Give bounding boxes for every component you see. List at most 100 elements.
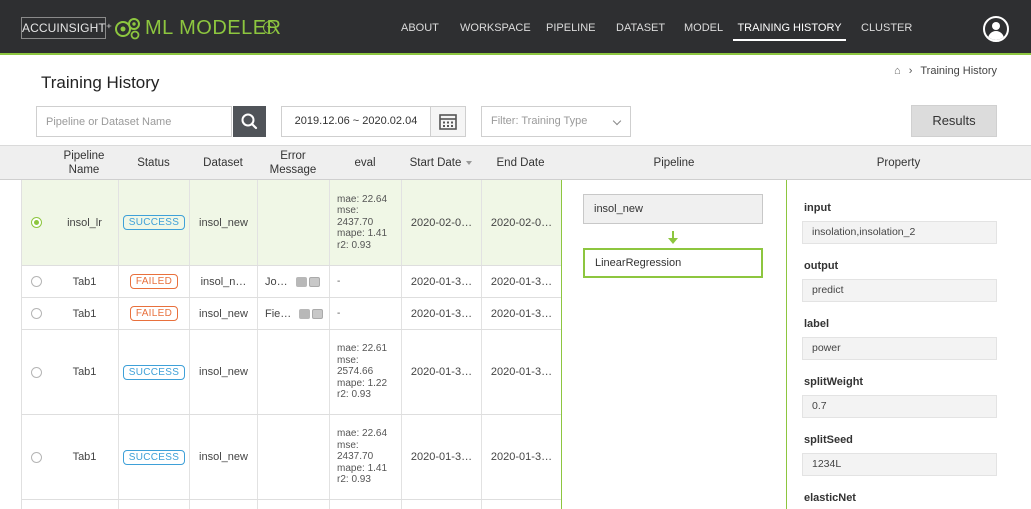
header-error-message[interactable]: Error Message	[257, 146, 329, 180]
message-icon[interactable]	[295, 276, 307, 287]
user-avatar-icon[interactable]	[983, 16, 1009, 42]
brand-logo[interactable]: ACCUINSIGHT⁺	[21, 17, 112, 39]
cell-status	[119, 500, 190, 509]
header-dataset[interactable]: Dataset	[189, 146, 257, 180]
header-start-date[interactable]: Start Date	[401, 146, 481, 180]
header-status[interactable]: Status	[118, 146, 189, 180]
eval-line: mape: 1.41	[337, 228, 388, 240]
table-row[interactable]: Tab1 FAILED insol_n… Jo… - 2020-01-3… 20…	[22, 266, 561, 298]
header-pipeline-name[interactable]: Pipeline Name	[50, 146, 118, 180]
pipeline-panel: insol_new LinearRegression	[561, 180, 787, 509]
cell-error-message	[258, 500, 330, 509]
cell-error-message: Fie…	[258, 298, 330, 329]
nav-workspace[interactable]: WORKSPACE	[460, 0, 531, 55]
chevron-down-icon[interactable]	[263, 21, 276, 34]
status-badge: FAILED	[129, 274, 179, 289]
cell-end-date: 2020-02-0…	[490, 216, 553, 229]
radio-unselected[interactable]	[31, 276, 42, 287]
row-radio[interactable]	[22, 298, 51, 329]
cell-start-date: 2020-01-3…	[402, 415, 482, 499]
arrow-down-icon	[668, 231, 678, 244]
property-label: splitWeight	[804, 376, 864, 388]
cell-end-date: 2020-01-3…	[490, 307, 553, 320]
property-value: 0.7	[802, 395, 997, 418]
status-badge: SUCCESS	[122, 215, 186, 230]
cell-pipeline-name: Tab1	[51, 298, 119, 329]
chevron-right-icon: ›	[908, 65, 913, 77]
cell-error-message: Jo…	[258, 266, 330, 297]
eval-line: mse:	[337, 205, 359, 217]
eval-line: mae: 22.64	[337, 193, 388, 205]
eval-line: mse:	[337, 354, 359, 366]
table-row[interactable]: insol_lr SUCCESS insol_new mae: 22.64 ms…	[22, 180, 561, 266]
error-text: Jo…	[265, 275, 288, 288]
radio-unselected[interactable]	[31, 308, 42, 319]
cell-error-message	[258, 415, 330, 499]
nav-training-history[interactable]: TRAINING HISTORY	[733, 0, 846, 55]
property-label: input	[804, 202, 831, 214]
property-label: elasticNet	[804, 492, 856, 504]
nav-about[interactable]: ABOUT	[401, 0, 439, 55]
cell-dataset: insol_new	[190, 298, 258, 329]
table-row[interactable]: Tab1 SUCCESS insol_new mae: 22.64 mse: 2…	[22, 415, 561, 500]
pipeline-node-model[interactable]: LinearRegression	[583, 248, 763, 278]
property-value: 1234L	[802, 453, 997, 476]
cell-status: SUCCESS	[119, 180, 190, 265]
row-radio[interactable]	[22, 180, 51, 265]
cell-eval: mae: 22.64 mse: 2437.70 mape: 1.41 r2: 0…	[330, 180, 402, 265]
copy-icon[interactable]	[312, 308, 324, 319]
property-panel: input insolation,insolation_2 output pre…	[788, 180, 1031, 509]
eval-line: -	[337, 307, 341, 319]
header-pipeline: Pipeline	[653, 157, 695, 169]
table-row[interactable]: Tab1 FAILED insol_new Fie… - 2020-01-3… …	[22, 298, 561, 330]
nav-pipeline[interactable]: PIPELINE	[546, 0, 596, 55]
header-eval[interactable]: eval	[329, 146, 401, 180]
eval-line: 2574.66	[337, 366, 374, 378]
row-radio[interactable]	[22, 415, 51, 499]
cell-status: SUCCESS	[119, 415, 190, 499]
error-text: Fie…	[265, 307, 292, 320]
header-end-date[interactable]: End Date	[481, 146, 560, 180]
breadcrumb-current: Training History	[920, 65, 997, 77]
status-badge: FAILED	[129, 306, 179, 321]
cell-status: SUCCESS	[119, 330, 190, 414]
eval-line: r2: 0.93	[337, 474, 371, 486]
nav-dataset[interactable]: DATASET	[616, 0, 665, 55]
eval-line: mae: 22.64	[337, 428, 388, 440]
message-icon[interactable]	[299, 308, 311, 319]
eval-line: r2: 0.93	[337, 389, 371, 401]
product-name[interactable]: ML MODELER	[145, 15, 282, 41]
pipeline-node-dataset[interactable]: insol_new	[583, 194, 763, 224]
row-radio[interactable]	[22, 500, 51, 509]
search-button[interactable]	[233, 106, 266, 137]
results-button[interactable]: Results	[911, 105, 997, 137]
sort-down-icon[interactable]	[466, 161, 473, 165]
property-value: predict	[802, 279, 997, 302]
cell-end-date: 2020-01-3…	[490, 275, 553, 288]
calendar-button[interactable]	[431, 106, 466, 137]
cell-error-message	[258, 330, 330, 414]
status-badge: SUCCESS	[122, 449, 186, 465]
nav-model[interactable]: MODEL	[684, 0, 723, 55]
search-input[interactable]	[36, 106, 232, 137]
eval-line: r2: 0.93	[337, 239, 371, 251]
cell-start-date: 2020-02-0…	[402, 180, 482, 265]
training-type-select[interactable]: Filter: Training Type	[481, 106, 631, 137]
radio-unselected[interactable]	[31, 366, 42, 378]
cell-dataset: insol_new	[190, 330, 258, 414]
home-icon[interactable]: ⌂	[894, 65, 901, 77]
row-radio[interactable]	[22, 266, 51, 297]
date-range-input[interactable]: 2019.12.06 ~ 2020.02.04	[281, 106, 431, 137]
radio-selected[interactable]	[31, 217, 42, 228]
table-row[interactable]	[22, 500, 561, 509]
radio-unselected[interactable]	[31, 451, 42, 463]
top-navigation-bar: ACCUINSIGHT⁺ ML MODELER ABOUT WORKSPACE …	[0, 0, 1031, 55]
cell-error-message	[258, 180, 330, 265]
row-radio[interactable]	[22, 330, 51, 414]
search-icon	[241, 113, 258, 130]
eval-line: mape: 1.22	[337, 377, 388, 389]
cell-eval: -	[330, 298, 402, 329]
nav-cluster[interactable]: CLUSTER	[861, 0, 912, 55]
copy-icon[interactable]	[308, 276, 320, 287]
table-row[interactable]: Tab1 SUCCESS insol_new mae: 22.61 mse: 2…	[22, 330, 561, 415]
